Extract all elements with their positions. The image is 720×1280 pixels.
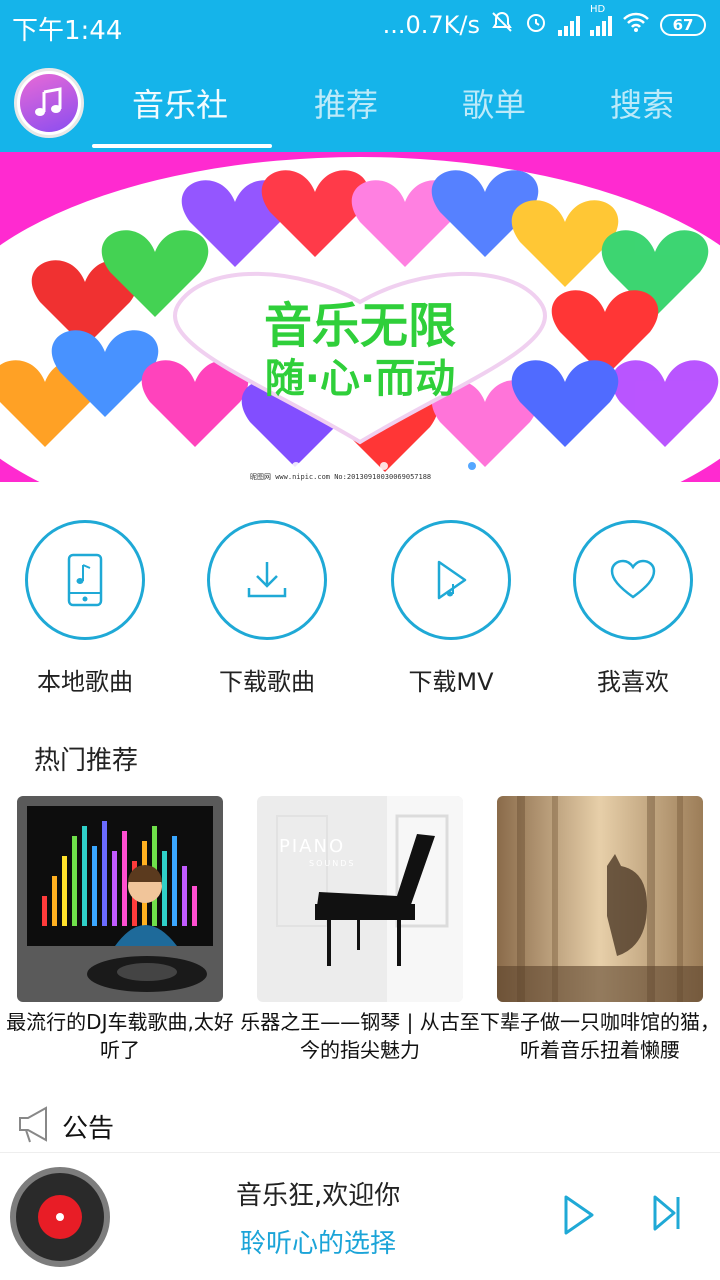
banner-line2: 随·心·而动	[265, 356, 455, 402]
tab-recommend[interactable]: 推荐	[314, 80, 378, 126]
carousel-dot[interactable]	[512, 462, 520, 470]
download-icon	[207, 520, 327, 640]
signal-hd-icon: HD	[590, 4, 612, 36]
tab-music-club[interactable]: 音乐社	[132, 80, 228, 126]
album-disc-icon[interactable]	[10, 1167, 110, 1267]
thumb-subtitle: SOUNDS	[309, 859, 355, 868]
wifi-icon	[622, 11, 650, 39]
now-playing-subtitle: 聆听心的选择	[240, 1229, 397, 1259]
status-icons: ...0.7K/s HD 67	[382, 4, 706, 40]
alarm-icon	[524, 10, 548, 40]
mini-player[interactable]: 音乐狂,欢迎你 聆听心的选择	[0, 1152, 720, 1280]
playlist-cover-piano: PIANO SOUNDS	[257, 796, 463, 1002]
carousel-dot[interactable]	[446, 462, 454, 470]
status-time: 下午1:44	[12, 16, 123, 46]
playlist-cover-cat	[497, 796, 703, 1002]
banner-line1: 音乐无限	[264, 298, 456, 354]
playlist-card[interactable]: 最流行的DJ车载歌曲,太好听了	[6, 796, 234, 1064]
playlist-caption: 乐器之王——钢琴 | 从古至今的指尖魅力	[240, 1010, 480, 1062]
play-icon[interactable]	[562, 1193, 596, 1241]
music-note-icon	[20, 74, 78, 132]
carousel-dots	[270, 462, 520, 470]
now-playing-title: 音乐狂,欢迎你	[236, 1181, 401, 1211]
signal-icon	[558, 14, 580, 36]
announcement-label: 公告	[62, 1113, 115, 1144]
carousel-dot[interactable]	[336, 462, 344, 470]
skip-next-icon[interactable]	[652, 1193, 682, 1237]
announcement[interactable]: 公告	[16, 1104, 114, 1148]
download-songs-button[interactable]: 下载歌曲	[182, 520, 352, 697]
active-tab-indicator	[92, 144, 272, 148]
carousel-dot[interactable]	[358, 462, 366, 470]
hd-label: HD	[590, 4, 606, 15]
heart-icon	[573, 520, 693, 640]
playlist-caption: 最流行的DJ车载歌曲,太好听了	[6, 1010, 234, 1062]
quick-actions: 本地歌曲 下载歌曲 下载MV 我喜欢	[0, 520, 720, 700]
app-header: 下午1:44 ...0.7K/s HD 67 音乐社 推荐 歌单 搜索	[0, 0, 720, 152]
carousel-dot[interactable]	[380, 462, 388, 470]
playlist-card[interactable]: PIANO SOUNDS 乐器之王——钢琴 | 从古至今的指尖魅力	[240, 796, 480, 1064]
carousel-dot[interactable]	[314, 462, 322, 470]
app-logo[interactable]	[14, 68, 84, 138]
top-tabs: 音乐社 推荐 歌单 搜索	[92, 70, 720, 152]
carousel-dot[interactable]	[270, 462, 278, 470]
playlist-caption: 下辈子做一只咖啡馆的猫，听着音乐扭着懒腰	[480, 1010, 720, 1062]
network-speed: ...0.7K/s	[382, 11, 480, 39]
section-title-hot: 热门推荐	[34, 746, 139, 776]
local-songs-button[interactable]: 本地歌曲	[0, 520, 170, 697]
carousel-dot[interactable]	[490, 462, 498, 470]
play-music-icon	[391, 520, 511, 640]
thumb-title: PIANO	[279, 836, 345, 857]
carousel-dot[interactable]	[424, 462, 432, 470]
banner-carousel[interactable]: 音乐无限 随·心·而动	[0, 152, 720, 482]
download-mv-button[interactable]: 下载MV	[366, 520, 536, 697]
download-songs-label: 下载歌曲	[219, 668, 315, 696]
status-bar: 下午1:44 ...0.7K/s HD 67	[0, 0, 720, 52]
download-mv-label: 下载MV	[408, 668, 494, 696]
phone-music-icon	[25, 520, 145, 640]
mute-icon	[490, 10, 514, 40]
megaphone-icon	[16, 1104, 52, 1148]
carousel-dot[interactable]	[402, 462, 410, 470]
battery-icon: 67	[660, 14, 706, 36]
carousel-dot[interactable]	[292, 462, 300, 470]
tab-playlists[interactable]: 歌单	[462, 80, 526, 126]
playlist-cover-dj	[17, 796, 223, 1002]
favorites-label: 我喜欢	[597, 668, 669, 696]
banner-image: 音乐无限 随·心·而动	[0, 152, 720, 482]
local-songs-label: 本地歌曲	[37, 668, 133, 696]
carousel-dot-active[interactable]	[468, 462, 476, 470]
favorites-button[interactable]: 我喜欢	[548, 520, 718, 697]
playlist-card[interactable]: 下辈子做一只咖啡馆的猫，听着音乐扭着懒腰	[480, 796, 720, 1064]
banner-credit: 昵图网 www.nipic.com No:2013091003006905718…	[250, 473, 432, 481]
tab-search[interactable]: 搜索	[610, 80, 674, 126]
